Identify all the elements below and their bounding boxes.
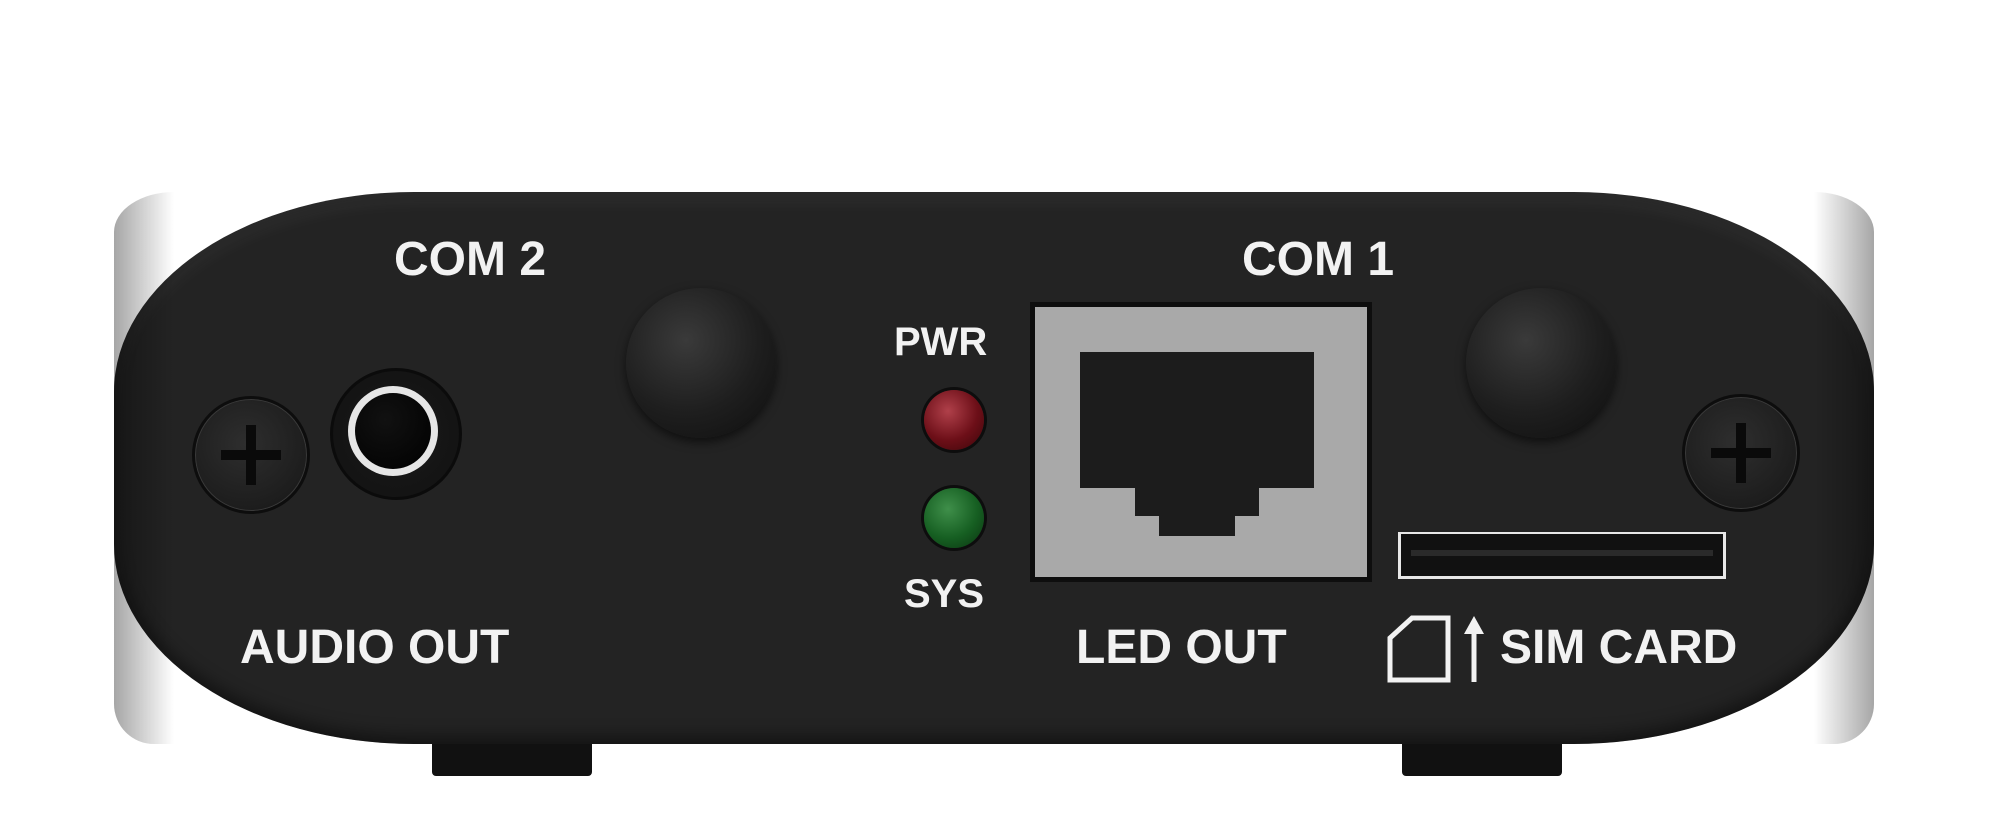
right-screw-icon <box>1682 394 1800 512</box>
pwr-led-icon <box>924 390 984 450</box>
audio-jack-icon <box>330 368 462 500</box>
sim-card-arrow-icon <box>1387 615 1484 683</box>
com1-knob-icon <box>1466 288 1616 438</box>
led-out-label: LED OUT <box>1076 621 1287 674</box>
sys-led-icon <box>924 488 984 548</box>
com2-label: COM 2 <box>394 233 547 286</box>
led-out-rj45-port-icon <box>1030 302 1372 582</box>
pwr-label: PWR <box>894 320 988 364</box>
sys-label: SYS <box>904 572 985 616</box>
com2-knob-icon <box>626 288 776 438</box>
left-foot <box>432 742 592 776</box>
sim-card-label: SIM CARD <box>1500 621 1738 674</box>
sim-slot-icon <box>1398 532 1726 579</box>
com1-label: COM 1 <box>1242 233 1395 286</box>
product-image: COM 2 COM 1 PWR SYS AUDIO OUT LED OUT SI… <box>0 0 1999 834</box>
left-screw-icon <box>192 396 310 514</box>
right-foot <box>1402 742 1562 776</box>
audio-out-label: AUDIO OUT <box>240 621 510 674</box>
